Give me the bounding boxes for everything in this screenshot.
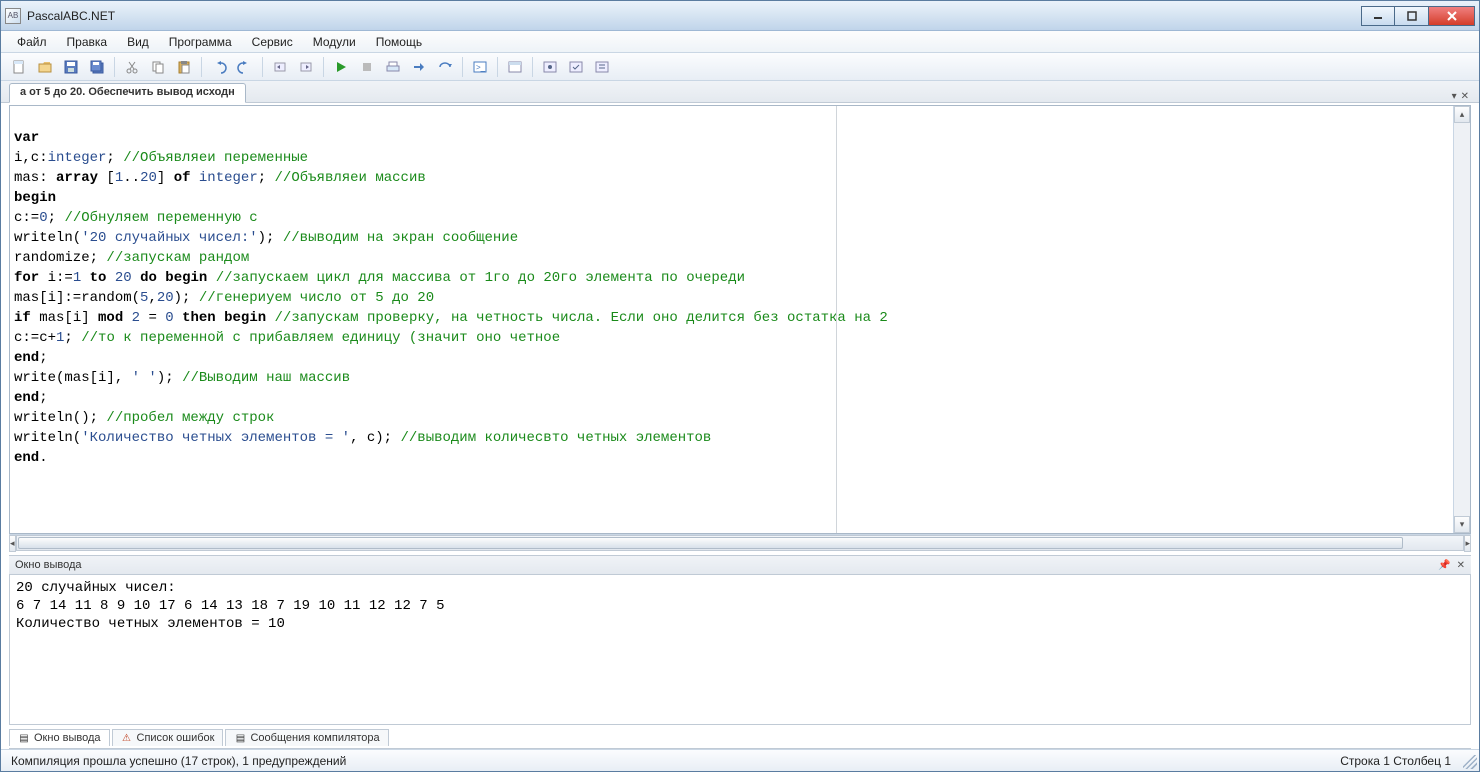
save-all-icon[interactable] <box>85 56 109 78</box>
editor-tab[interactable]: а от 5 до 20. Обеспечить вывод исходн <box>9 83 246 103</box>
minimize-button[interactable] <box>1361 6 1395 26</box>
menu-view[interactable]: Вид <box>119 33 157 51</box>
menu-modules[interactable]: Модули <box>305 33 364 51</box>
output-line: 20 случайных чисел: <box>16 580 176 596</box>
bottom-tab-label: Окно вывода <box>34 732 101 744</box>
form-icon[interactable] <box>503 56 527 78</box>
output-panel-header: Окно вывода 📌 ✕ <box>9 555 1471 575</box>
cut-icon[interactable] <box>120 56 144 78</box>
svg-text:>_: >_ <box>476 63 486 72</box>
code-editor[interactable]: var i,c:integer; //Объявляеи переменные … <box>10 106 1453 533</box>
output-tab-icon: ▤ <box>18 732 30 744</box>
menu-help[interactable]: Помощь <box>368 33 430 51</box>
window-controls <box>1361 6 1475 26</box>
bottom-tab-output[interactable]: ▤ Окно вывода <box>9 729 110 746</box>
stop-icon[interactable] <box>355 56 379 78</box>
output-line: 6 7 14 11 8 9 10 17 6 14 13 18 7 19 10 1… <box>16 598 444 614</box>
tabbar-dropdown-icon[interactable]: ▾ <box>1452 91 1457 102</box>
tab-label: а от 5 до 20. Обеспечить вывод исходн <box>20 86 235 98</box>
run-icon[interactable] <box>329 56 353 78</box>
resize-grip-icon[interactable] <box>1463 755 1477 769</box>
scroll-up-icon[interactable]: ▴ <box>1454 106 1470 123</box>
copy-icon[interactable] <box>146 56 170 78</box>
bottom-tab-label: Сообщения компилятора <box>250 732 379 744</box>
nav-back-icon[interactable] <box>268 56 292 78</box>
step-into-icon[interactable] <box>407 56 431 78</box>
close-button[interactable] <box>1429 6 1475 26</box>
output-area[interactable]: 20 случайных чисел: 6 7 14 11 8 9 10 17 … <box>9 575 1471 725</box>
status-message: Компиляция прошла успешно (17 строк), 1 … <box>11 754 346 768</box>
save-icon[interactable] <box>59 56 83 78</box>
open-file-icon[interactable] <box>33 56 57 78</box>
status-position: Строка 1 Столбец 1 <box>1340 754 1469 768</box>
tool3-icon[interactable] <box>590 56 614 78</box>
bottom-tab-errors[interactable]: ⚠ Список ошибок <box>112 729 224 746</box>
tabbar: а от 5 до 20. Обеспечить вывод исходн ▾ … <box>1 81 1479 103</box>
nav-fwd-icon[interactable] <box>294 56 318 78</box>
app-icon: AB <box>5 8 21 24</box>
output-panel-title: Окно вывода <box>15 559 82 571</box>
menu-file[interactable]: Файл <box>9 33 55 51</box>
maximize-button[interactable] <box>1395 6 1429 26</box>
menu-edit[interactable]: Правка <box>59 33 116 51</box>
app-window: AB PascalABC.NET Файл Правка Вид Програм… <box>0 0 1480 772</box>
editor-split-line <box>836 106 837 533</box>
tool1-icon[interactable] <box>538 56 562 78</box>
bottom-tabs: ▤ Окно вывода ⚠ Список ошибок ▤ Сообщени… <box>9 727 1471 749</box>
redo-icon[interactable] <box>233 56 257 78</box>
output-close-icon[interactable]: ✕ <box>1457 560 1465 571</box>
menu-service[interactable]: Сервис <box>244 33 301 51</box>
compile-icon[interactable] <box>381 56 405 78</box>
new-file-icon[interactable] <box>7 56 31 78</box>
window-title: PascalABC.NET <box>27 9 1361 23</box>
horizontal-scrollbar[interactable]: ◂ ▸ <box>9 534 1471 551</box>
output-line: Количество четных элементов = 10 <box>16 616 285 632</box>
vertical-scrollbar[interactable]: ▴ ▾ <box>1453 106 1470 533</box>
statusbar: Компиляция прошла успешно (17 строк), 1 … <box>1 749 1479 771</box>
scroll-down-icon[interactable]: ▾ <box>1454 516 1470 533</box>
tool2-icon[interactable] <box>564 56 588 78</box>
terminal-icon[interactable]: >_ <box>468 56 492 78</box>
bottom-tab-label: Список ошибок <box>137 732 215 744</box>
menu-program[interactable]: Программа <box>161 33 240 51</box>
scroll-right-icon[interactable]: ▸ <box>1464 535 1471 552</box>
bottom-tab-compiler[interactable]: ▤ Сообщения компилятора <box>225 729 388 746</box>
paste-icon[interactable] <box>172 56 196 78</box>
scroll-thumb[interactable] <box>18 537 1404 549</box>
titlebar: AB PascalABC.NET <box>1 1 1479 31</box>
undo-icon[interactable] <box>207 56 231 78</box>
output-pin-icon[interactable]: 📌 <box>1438 560 1450 571</box>
editor-area: var i,c:integer; //Объявляеи переменные … <box>9 105 1471 534</box>
toolbar: >_ <box>1 53 1479 81</box>
tabbar-close-icon[interactable]: ✕ <box>1461 91 1469 102</box>
compiler-tab-icon: ▤ <box>234 732 246 744</box>
errors-tab-icon: ⚠ <box>121 732 133 744</box>
step-over-icon[interactable] <box>433 56 457 78</box>
menubar: Файл Правка Вид Программа Сервис Модули … <box>1 31 1479 53</box>
